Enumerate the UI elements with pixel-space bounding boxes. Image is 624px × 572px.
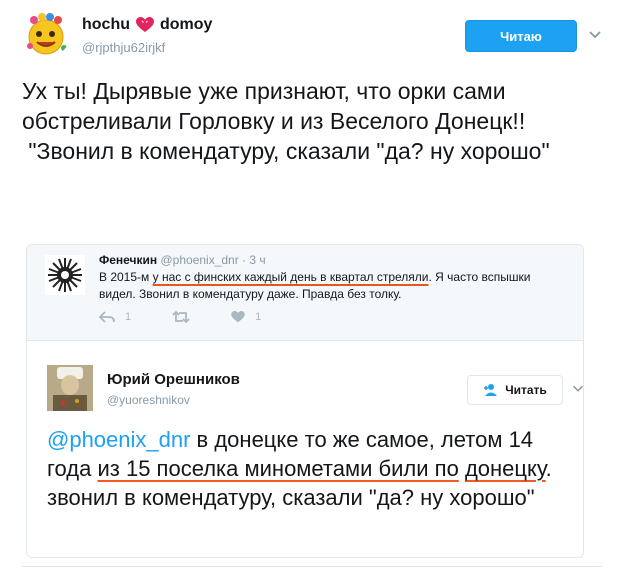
author-name[interactable]: hochu domoy [82, 16, 212, 34]
tweet-text: Ух ты! Дырявые уже признают, что орки са… [22, 78, 550, 164]
follow-button[interactable]: Читать [467, 375, 563, 405]
divider [22, 566, 602, 567]
heart-icon [136, 17, 154, 32]
quoted-tweet-card[interactable]: Фенечкин @phoenix_dnr · 3 ч В 2015-м у н… [26, 244, 584, 558]
quoted-header: Фенечкин @phoenix_dnr · 3 ч [99, 253, 266, 267]
reply-author-name[interactable]: Юрий Орешников [107, 371, 240, 388]
like-action[interactable]: 1 [231, 311, 261, 323]
reply-text-highlight-1: из 15 поселка минометами били по [97, 456, 459, 481]
reply-tweet-card[interactable]: Юрий Орешников @yuoreshnikov Читать @pho… [27, 341, 584, 557]
reply-author-handle[interactable]: @yuoreshnikov [107, 393, 190, 407]
retweet-action[interactable] [171, 311, 191, 323]
reply-text: @phoenix_dnr в донецке то же самое, лето… [47, 425, 577, 512]
retweet-icon [172, 311, 190, 323]
heart-icon [231, 311, 245, 323]
chevron-down-icon[interactable] [571, 381, 584, 395]
avatar[interactable] [47, 365, 93, 411]
reply-icon [99, 311, 115, 323]
quoted-text: В 2015-м у нас с финских каждый день в к… [99, 269, 569, 303]
reply-action[interactable]: 1 [99, 311, 131, 323]
author-name-second: domoy [160, 16, 213, 33]
quoted-text-highlight: у нас с финских каждый день в квартал ст… [152, 270, 429, 284]
like-count: 1 [255, 311, 262, 323]
chevron-down-icon[interactable] [587, 26, 603, 42]
quoted-actions: 1 1 [99, 311, 261, 323]
reply-count: 1 [125, 311, 132, 323]
mention-link[interactable]: @phoenix_dnr [47, 427, 190, 452]
quoted-text-pre: В 2015-м [99, 270, 153, 284]
tweet-header: hochu domoy @rjpthju62irjkf Читаю [22, 10, 602, 60]
avatar[interactable] [45, 255, 85, 295]
quoted-author-name[interactable]: Фенечкин [99, 253, 157, 267]
quoted-author-handle[interactable]: @phoenix_dnr [160, 253, 238, 267]
author-handle[interactable]: @rjpthju62irjkf [82, 40, 165, 55]
inner-quoted-tweet[interactable]: Фенечкин @phoenix_dnr · 3 ч В 2015-м у н… [27, 245, 583, 341]
follow-button[interactable]: Читаю [465, 20, 577, 52]
add-user-icon [484, 384, 498, 396]
author-name-first: hochu [82, 16, 130, 33]
avatar[interactable] [22, 10, 70, 58]
reply-text-highlight-2: донецку [464, 456, 546, 481]
quoted-timestamp[interactable]: · 3 ч [242, 253, 266, 267]
follow-button-label: Читать [505, 383, 547, 397]
